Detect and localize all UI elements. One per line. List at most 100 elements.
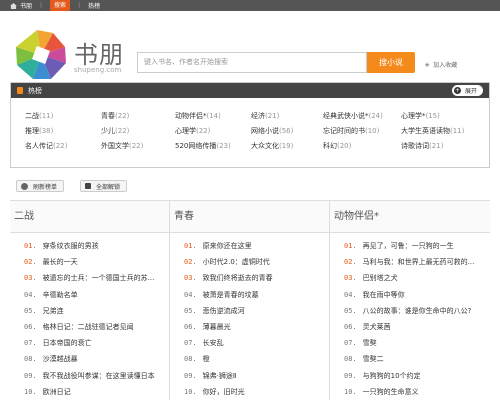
book-list-item[interactable]: 06. 灵犬莱茜: [330, 319, 490, 335]
category-count: (24): [368, 112, 383, 120]
book-title: 再见了，可鲁：一只狗的一生: [362, 242, 454, 250]
rank-number: 07.: [184, 339, 197, 348]
book-list-item[interactable]: 01. 穿条纹衣服的男孩: [10, 238, 169, 254]
hot-category-link[interactable]: 经济(21): [251, 111, 279, 121]
book-list-item[interactable]: 05. 八公的故事：谁是你生命中的八公?: [330, 303, 490, 319]
hot-category-link[interactable]: 经典武侠小说*(24): [323, 111, 383, 121]
book-list-item[interactable]: 02. 马利与我：和世界上最无药可救的...: [330, 254, 490, 270]
home-icon: [10, 2, 17, 9]
home-link[interactable]: 书朋: [10, 1, 32, 10]
category-count: (23): [216, 142, 231, 150]
hot-panel-title: 热榜: [28, 86, 42, 95]
book-list-item[interactable]: 02. 最长的一天: [10, 254, 169, 270]
book-list-item[interactable]: 06. 格林日记：二战驻德记者见闻: [10, 319, 169, 335]
book-list-item[interactable]: 08. 沙漠越战暴: [10, 351, 169, 367]
refresh-icon: [21, 182, 28, 190]
hot-category-link[interactable]: 忘记时间的书(10): [323, 126, 379, 136]
rank-number: 10.: [24, 387, 37, 396]
hot-category-link[interactable]: 诗歌诗词(21): [401, 141, 443, 151]
book-list-item[interactable]: 06. 薄暮晨光: [170, 319, 329, 335]
book-list-item[interactable]: 07. 雪獒: [330, 335, 490, 351]
rank-number: 04.: [24, 290, 37, 299]
category-count: (56): [279, 127, 294, 135]
book-title: 悲伤逆流成河: [202, 306, 245, 315]
category-count: (11): [450, 127, 465, 135]
rank-number: 04.: [184, 290, 197, 299]
book-list-item[interactable]: 01. 再见了，可鲁：一只狗的一生: [330, 238, 490, 254]
category-name: 青春: [101, 112, 115, 120]
hot-category-link[interactable]: 外国文学(22): [101, 141, 143, 151]
category-name: 二战: [25, 112, 39, 120]
book-list-item[interactable]: 05. 兄弟连: [10, 303, 169, 319]
hot-category-link[interactable]: 动物伴侣*(14): [175, 111, 221, 121]
book-list-item[interactable]: 04. 我在雨中等你: [330, 287, 490, 303]
search-input[interactable]: 键入书名、作者名开始搜索: [137, 52, 367, 73]
book-title: 雪獒: [362, 339, 377, 348]
add-favorite-link[interactable]: ★ 加入收藏: [424, 60, 457, 70]
nav-hot[interactable]: 热榜: [88, 1, 100, 10]
book-list-item[interactable]: 04. 被萧是青春的坟墓: [170, 287, 329, 303]
book-title: 灵犬莱茜: [362, 322, 391, 331]
category-count: (11): [39, 112, 54, 120]
category-name: 大学生英语读物: [401, 127, 450, 135]
book-list-item[interactable]: 10. 一只狗的生命意义: [330, 384, 490, 400]
nav-search[interactable]: 搜索: [50, 0, 71, 11]
book-list-item[interactable]: 09. 锦弗·狮途Ⅱ: [170, 368, 329, 384]
book-title: 你好，旧时光: [202, 387, 245, 396]
hot-category-link[interactable]: 青春(22): [101, 111, 129, 121]
column-title[interactable]: 二战: [10, 201, 169, 233]
book-title: 小时代2.0：虚铜时代: [202, 258, 270, 267]
category-name: 520网络传播: [175, 142, 217, 150]
rank-number: 02.: [24, 258, 37, 267]
hot-category-link[interactable]: 大学生英语读物(11): [401, 126, 464, 136]
unlock-all-button[interactable]: 全部解锁: [80, 180, 128, 192]
book-list-item[interactable]: 03. 被遗忘的士兵：一个德国士兵的苏...: [10, 270, 169, 286]
book-list-item[interactable]: 08. 雪獒二: [330, 351, 490, 367]
hot-category-link[interactable]: 心理学(22): [175, 126, 210, 136]
rank-number: 09.: [344, 371, 357, 380]
book-list-item[interactable]: 09. 我不我战役叫参谋：在这里读懂日本: [10, 368, 169, 384]
hot-category-link[interactable]: 少儿(22): [101, 126, 129, 136]
book-list-item[interactable]: 10. 你好，旧时光: [170, 384, 329, 400]
hot-category-link[interactable]: 网络小说(56): [251, 126, 293, 136]
hot-category-link[interactable]: 520网络传播(23): [175, 141, 231, 151]
hot-list-panel: 热榜 + 展开 二战(11) 青春(22) 动物伴侣*(14) 经济(21) 经典武侠小…: [10, 82, 490, 168]
book-list-item[interactable]: 01. 原来你还在这里: [170, 238, 329, 254]
hot-category-link[interactable]: 心理学*(15): [401, 111, 440, 121]
book-list-item[interactable]: 04. 辛德勒名单: [10, 287, 169, 303]
book-title: 被萧是青春的坟墓: [202, 290, 259, 299]
book-list-item[interactable]: 05. 悲伤逆流成河: [170, 303, 329, 319]
column-title[interactable]: 青春: [170, 201, 329, 233]
book-title: 格林日记：二战驻德记者见闻: [42, 322, 134, 331]
book-title: 最长的一天: [42, 258, 78, 267]
book-list-item[interactable]: 03. 致我们终将逝去的青春: [170, 270, 329, 286]
hot-category-link[interactable]: 二战(11): [25, 111, 53, 121]
hot-category-link[interactable]: 大众文化(19): [251, 141, 293, 151]
ranking-column: 二战 01. 穿条纹衣服的男孩 02. 最长的一天 03. 被遗忘的士兵：一个德国士兵的苏.…: [10, 201, 170, 400]
category-name: 大众文化: [251, 142, 279, 150]
hot-category-link[interactable]: 推理(38): [25, 126, 53, 136]
search-button[interactable]: 搜小说: [367, 52, 415, 73]
book-list-item[interactable]: 07. 长安乱: [170, 335, 329, 351]
book-list-item[interactable]: 02. 小时代2.0：虚铜时代: [170, 254, 329, 270]
expand-label: 展开: [464, 88, 477, 95]
book-title: 锦弗·狮途Ⅱ: [202, 371, 237, 380]
book-list-item[interactable]: 10. 欧洲日记: [10, 384, 169, 400]
category-count: (20): [337, 142, 352, 150]
column-title[interactable]: 动物伴侣*: [330, 201, 490, 233]
book-list-item[interactable]: 07. 日本帝国的衰亡: [10, 335, 169, 351]
book-list-item[interactable]: 09. 与狗狗的10个约定: [330, 368, 490, 384]
separator: |: [78, 2, 81, 9]
hot-category-grid: 二战(11) 青春(22) 动物伴侣*(14) 经济(21) 经典武侠小说*(24) 心理…: [25, 111, 485, 156]
book-list-item[interactable]: 08. 橙: [170, 351, 329, 367]
hot-category-link[interactable]: 名人传记(22): [25, 141, 67, 151]
category-name: 网络小说: [251, 127, 279, 135]
book-list-item[interactable]: 03. 巴别塔之犬: [330, 270, 490, 286]
book-title: 原来你还在这里: [202, 242, 252, 250]
hot-row: 二战(11) 青春(22) 动物伴侣*(14) 经济(21) 经典武侠小说*(24) 心理…: [25, 111, 485, 126]
hot-category-link[interactable]: 科幻(20): [323, 141, 351, 151]
category-name: 少儿: [101, 127, 115, 135]
rank-number: 05.: [184, 306, 197, 315]
refresh-list-button[interactable]: 刷新榜单: [16, 180, 65, 192]
expand-button[interactable]: + 展开: [451, 85, 483, 96]
